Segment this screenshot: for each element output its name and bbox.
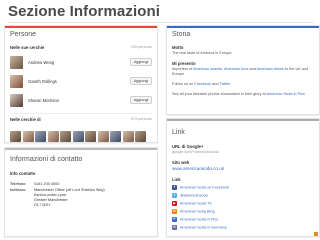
phone-label: Telefono [10,182,26,186]
address-label: Indirizzo [10,188,26,192]
people-card-title: Persone [10,31,37,38]
avatar[interactable] [85,131,96,142]
american-drinks-link[interactable]: American drinks [257,67,284,71]
blog-icon: B [172,209,177,214]
story-accent-bar [167,26,319,28]
page-title: Sezione Informazioni [8,3,161,20]
address-row: Indirizzo Manchester Office (off Lord Sh… [10,188,154,210]
youtube-icon: ▶ [172,201,177,206]
divider [10,113,152,114]
links-label: Link [172,177,181,182]
avatar[interactable] [135,131,146,142]
person-row[interactable]: Sharon Morrison Aggiungi [10,94,152,107]
has-in-circles-count[interactable]: 974 persone [131,117,152,121]
soda-in-pics-link[interactable]: American Soda in Pics [267,92,305,96]
in-circles-count[interactable]: 105 persone [131,45,152,49]
american-sweets-link[interactable]: American sweets [193,67,222,71]
link-item-blog[interactable]: B American Soda Blog [172,209,215,215]
website-label: Sito web [172,160,190,165]
contact-accent-bar [5,148,157,150]
facebook-icon: f [172,185,177,190]
facebook-link[interactable]: Facebook [194,82,211,86]
people-card: Persone Nelle sue cerchie 105 persone An… [4,25,158,143]
person-name[interactable]: Gareth Rollings [28,79,57,84]
story-card-title: Storia [172,31,191,38]
avatar[interactable] [10,75,23,88]
contact-card: Informazioni di contatto Info contatto T… [4,147,158,237]
person-name[interactable]: Andrew Wong [28,60,54,65]
avatar[interactable] [122,131,134,142]
avatar[interactable] [22,131,34,142]
photos-text: See all your fantastic photos showcased … [172,92,305,96]
twitter-icon: t [172,193,177,198]
link-item-germany[interactable]: G American Soda in Germany [172,225,227,231]
pics-icon: P [172,217,177,222]
title-divider [8,22,314,23]
germany-icon: G [172,225,177,230]
links-card: Link URL di Google+ google.com/+american… [166,118,320,237]
link-item-pics[interactable]: P American Soda in Pics [172,217,218,223]
person-row[interactable]: Gareth Rollings Aggiungi [10,75,152,88]
website-url[interactable]: www.americansoda.co.uk [172,166,224,171]
motto-text: The real taste of America in Europe [172,51,232,55]
avatar[interactable] [10,94,23,107]
phone-value[interactable]: 0161 200 4000 [34,182,59,187]
avatar[interactable] [110,131,121,142]
add-person-button[interactable]: Aggiungi [130,77,152,85]
address-line: OL7 0DH [34,203,50,207]
link-item-twitter[interactable]: t @americansoda [172,193,208,199]
contact-section-heading: Info contatto [10,171,36,176]
add-person-button[interactable]: Aggiungi [130,58,152,66]
add-person-button[interactable]: Aggiungi [130,96,152,104]
has-in-circles-label: Nelle cerchie di [10,117,41,122]
links-accent-bar [167,119,319,121]
american-food-link[interactable]: American food [224,67,248,71]
follow-text: Follow us on Facebook and Twitter [172,82,231,86]
avatar[interactable] [60,131,71,142]
avatar[interactable] [10,56,23,69]
person-name[interactable]: Sharon Morrison [28,98,59,103]
person-row[interactable]: Andrew Wong Aggiungi [10,56,152,69]
link-item-youtube[interactable]: ▶ American Soda TV [172,201,212,207]
intro-label: Mi presento [172,61,196,66]
links-card-title: Link [172,129,185,136]
link-item-facebook[interactable]: f American Soda on Facebook [172,185,229,191]
intro-text: Importers of American sweets, American f… [172,67,309,76]
story-card: Storia Motto The real taste of America i… [166,25,320,115]
avatar[interactable] [97,131,109,142]
motto-label: Motto [172,45,184,50]
google-url-label: URL di Google+ [172,144,204,149]
avatar[interactable] [10,131,21,142]
avatar[interactable] [72,131,84,142]
in-circles-label: Nelle sue cerchie [10,45,45,50]
contact-card-title: Informazioni di contatto [10,156,83,163]
twitter-link[interactable]: Twitter [219,82,230,86]
avatar[interactable] [35,131,46,142]
people-accent-bar [5,26,157,28]
google-url[interactable]: google.com/+americansoda [172,150,219,154]
slide-marker [314,232,318,236]
avatar[interactable] [47,131,59,142]
circle-avatar-strip [10,129,148,142]
